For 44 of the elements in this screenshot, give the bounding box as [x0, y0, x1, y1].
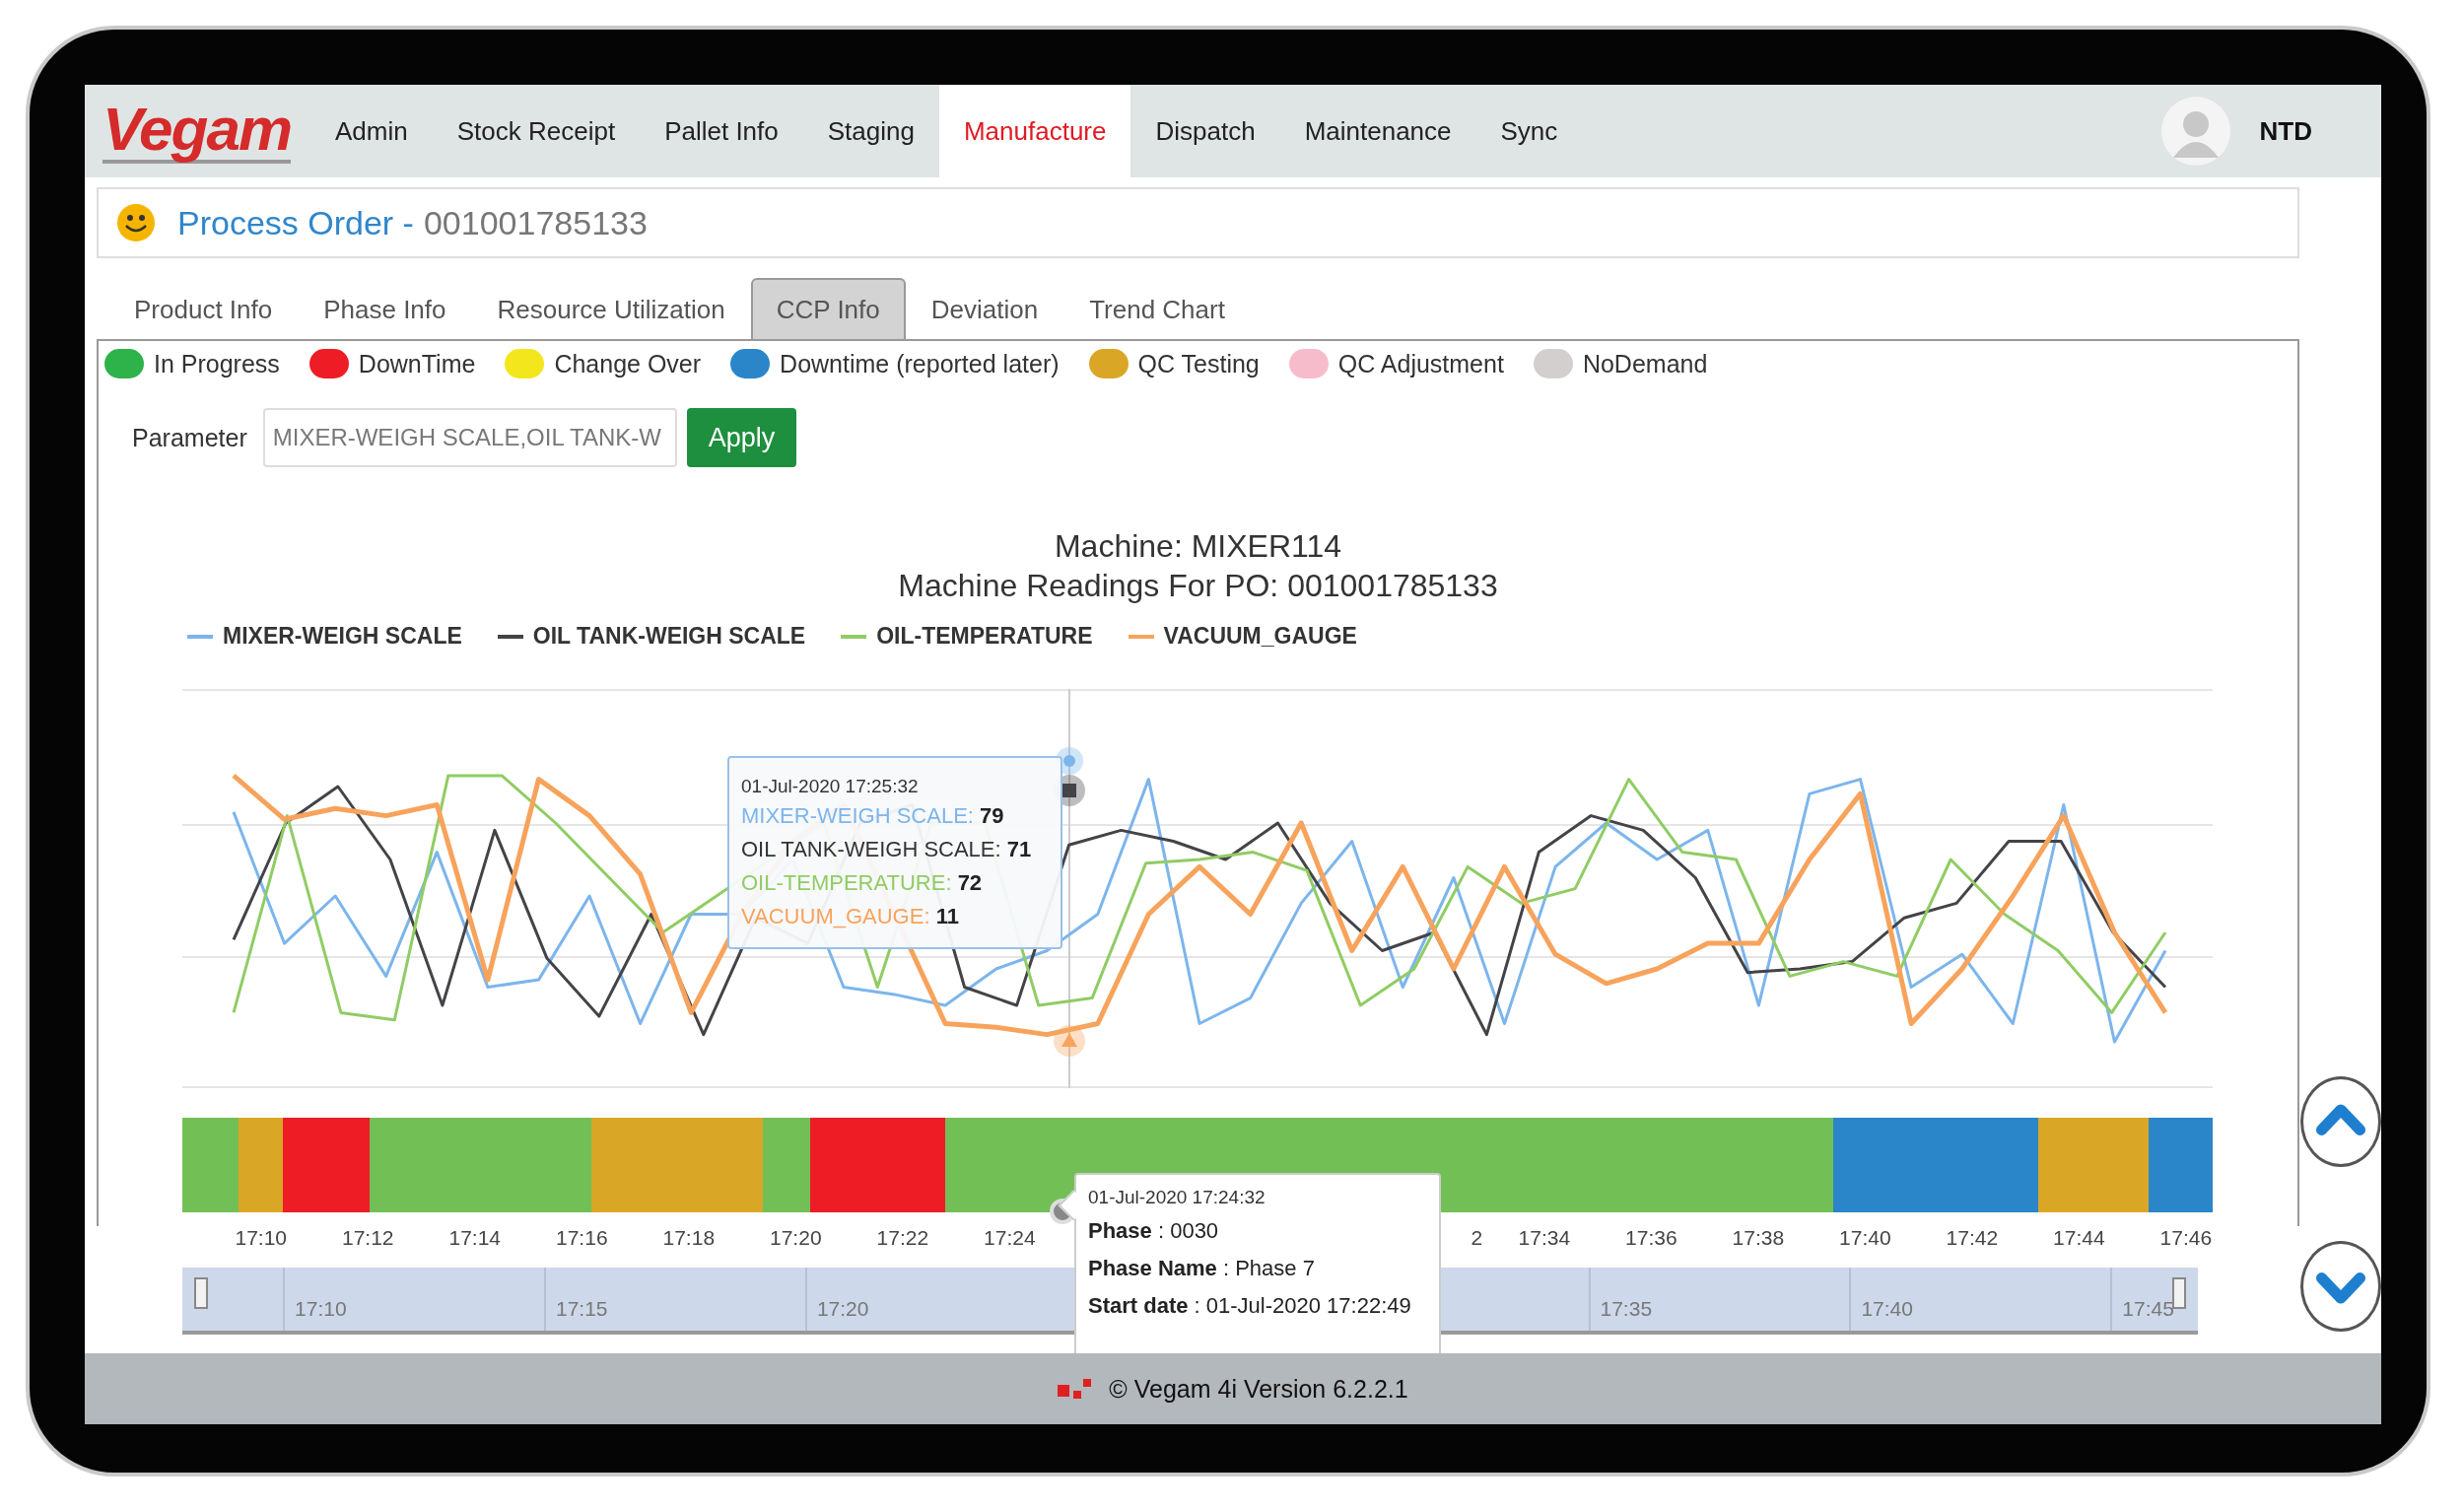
legend-label: QC Testing [1137, 349, 1260, 378]
field-label: Parameter [132, 423, 247, 452]
axis-label: 17:24 [984, 1226, 1036, 1250]
tooltip-entry: OIL-TEMPERATURE: 72 [741, 869, 984, 897]
chart-title: Machine: MIXER114 [1053, 527, 1343, 566]
legend-label: In Progress [154, 349, 280, 378]
axis-label: 17:34 [1518, 1226, 1571, 1250]
axis-label: 17:14 [448, 1226, 502, 1250]
tooltip-entry: VACUUM_GAUGE: 11 [741, 903, 960, 930]
axis-label: 17:42 [1946, 1226, 1999, 1250]
tooltip-entry: MIXER-WEIGH SCALE: 79 [741, 802, 1005, 830]
axis-label: 17:36 [1625, 1226, 1677, 1250]
legend-label: QC Adjustment [1337, 349, 1504, 378]
axis-label: 17:15 [556, 1297, 608, 1321]
legend-label: Change Over [554, 349, 702, 378]
axis-label: 17:45 [2122, 1297, 2174, 1321]
tooltip-entry: Phase : 0030 [1088, 1217, 1220, 1245]
axis-label: 17:38 [1732, 1226, 1785, 1250]
axis-label: 17:22 [876, 1226, 929, 1250]
axis-label: 17:46 [2159, 1226, 2213, 1250]
legend-label: NoDemand [1582, 349, 1708, 378]
legend-label: DownTime [358, 349, 476, 378]
axis-label: 17:18 [662, 1226, 716, 1250]
process-order-label: Process Order - [177, 203, 414, 242]
tooltip-entry: Start date : 01-Jul-2020 17:22:49 [1088, 1292, 1412, 1320]
legend-label: Downtime (reported later) [780, 349, 1060, 378]
footer-text: © Vegam 4i Version 6.2.2.1 [1109, 1374, 1408, 1404]
tooltip-title: 01-Jul-2020 17:25:32 [741, 776, 920, 797]
axis-label: 17:12 [342, 1226, 394, 1250]
axis-label: 17:20 [770, 1226, 822, 1250]
axis-label: 17:10 [295, 1297, 347, 1321]
axis-label: 17:44 [2053, 1226, 2105, 1250]
axis-label: 17:40 [1861, 1297, 1913, 1321]
process-order-number: 001001785133 [423, 203, 648, 242]
tooltip-title: 01-Jul-2020 17:24:32 [1088, 1187, 1266, 1208]
axis-label: 17:35 [1600, 1297, 1653, 1321]
tooltip-entry: Phase Name : Phase 7 [1088, 1255, 1316, 1282]
axis-label: 17:16 [556, 1226, 608, 1250]
chart-subtitle: Machine Readings For PO: 001001785133 [897, 567, 1499, 605]
axis-label: 2 [1471, 1226, 1483, 1250]
axis-label: 17:20 [816, 1297, 869, 1321]
tooltip-entry: OIL TANK-WEIGH SCALE: 71 [741, 836, 1033, 863]
axis-label: 17:40 [1839, 1226, 1891, 1250]
axis-label: 17:10 [235, 1226, 288, 1250]
